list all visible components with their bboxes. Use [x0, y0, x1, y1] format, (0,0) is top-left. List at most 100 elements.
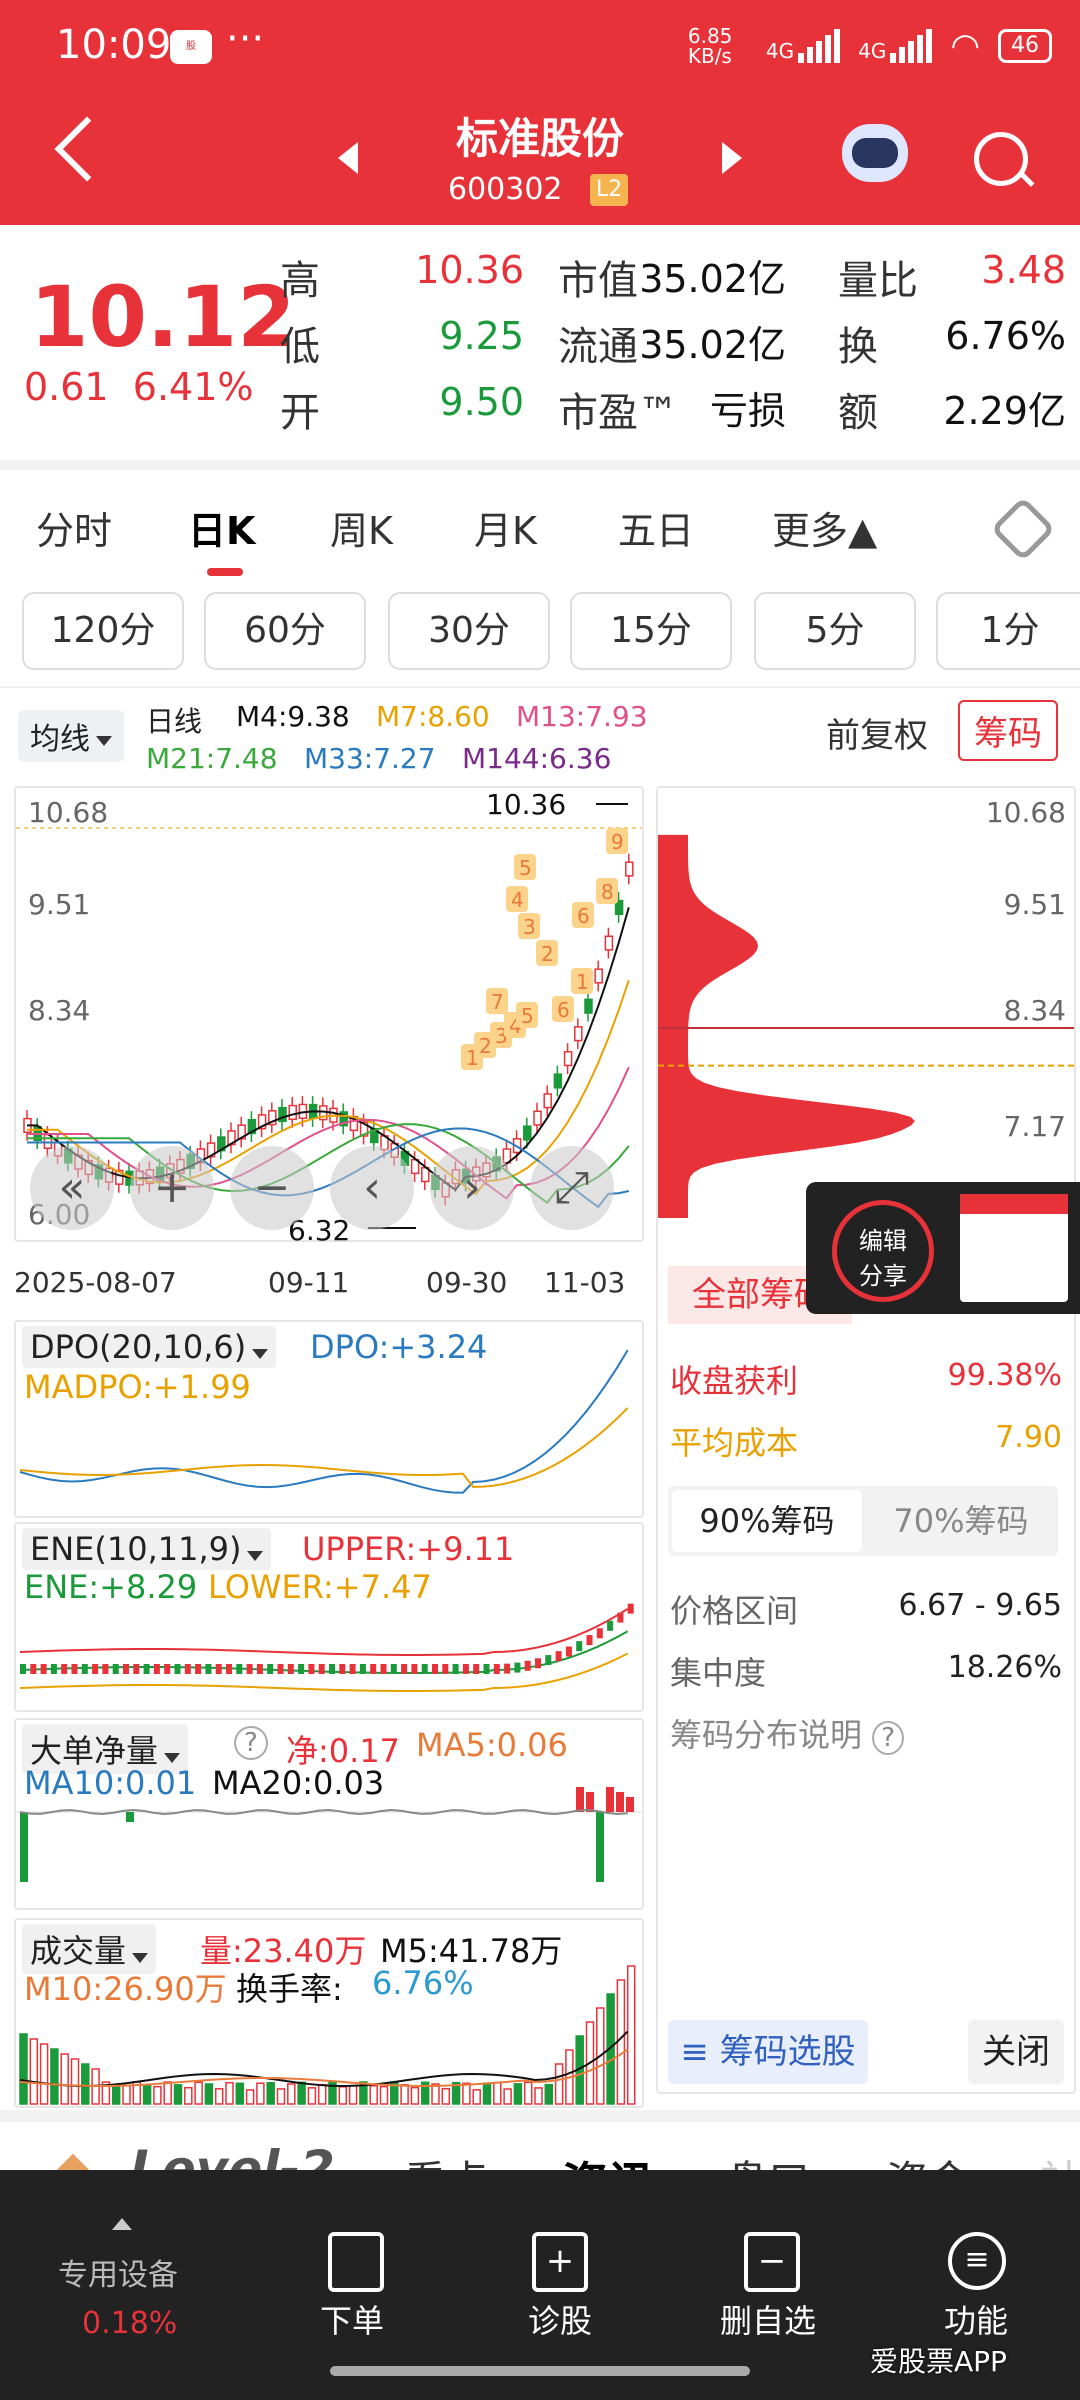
nine-turn-mark: 2: [536, 940, 558, 966]
volume-bar: [379, 2085, 389, 2105]
stock-code: 600302: [448, 172, 563, 207]
big-order-bar: [626, 1797, 634, 1812]
chip-help-link[interactable]: 筹码分布说明 ?: [670, 1710, 904, 1756]
y-label: 9.51: [28, 888, 91, 921]
industry-label[interactable]: 专用设备: [58, 2250, 178, 2294]
chip-button[interactable]: 筹码: [958, 700, 1058, 761]
upper-line: [19, 1608, 629, 1656]
volume-bar: [534, 2087, 543, 2105]
chip-y-label: 10.68: [985, 796, 1066, 829]
diagnose-icon[interactable]: +: [532, 2232, 588, 2292]
zoom-in-icon[interactable]: +: [130, 1146, 214, 1230]
ene-candle: [432, 1664, 438, 1674]
svg-text:9: 9: [611, 830, 624, 854]
legend-m7: M7:8.60: [376, 700, 490, 733]
chip-area: [658, 834, 915, 1228]
dpo-panel[interactable]: DPO(20,10,6) DPO:+3.24 MADPO:+1.99: [14, 1320, 644, 1518]
battery-icon: 46: [998, 29, 1052, 63]
tab-day-k[interactable]: 日K: [188, 500, 255, 555]
tab-week-k[interactable]: 周K: [330, 500, 393, 555]
next-stock-icon[interactable]: [722, 142, 742, 174]
ene-candle: [184, 1664, 191, 1674]
nine-turn-mark: 3: [518, 913, 540, 939]
big-order-panel[interactable]: 大单净量 ? 净:0.17 MA5:0.06 MA10:0.01 MA20:0.…: [14, 1718, 644, 1910]
volume-bar: [307, 2087, 317, 2105]
ene-candle: [349, 1664, 356, 1674]
svg-text:8: 8: [601, 880, 614, 904]
legend-m13: M13:7.93: [516, 700, 648, 733]
close-chip-button[interactable]: 关闭: [968, 2020, 1064, 2084]
diagnose-button[interactable]: 诊股: [490, 2296, 630, 2342]
kline-panel[interactable]: 123456789123456 10.68 9.51 8.34 6.00 10.…: [14, 786, 644, 1247]
order-icon[interactable]: [328, 2232, 384, 2292]
back-icon[interactable]: [54, 116, 120, 182]
zoom-minus-icon[interactable]: −: [230, 1146, 314, 1230]
candle: [553, 1073, 563, 1089]
x-label: 11-03: [544, 1266, 626, 1299]
volume-panel[interactable]: 成交量 量:23.40万 M5:41.78万 M10:26.90万 换手率: 6…: [14, 1918, 644, 2108]
pill-15min[interactable]: 15分: [570, 592, 732, 670]
ene-panel[interactable]: ENE(10,11,9) UPPER:+9.11 ENE:+8.29 LOWER…: [14, 1522, 644, 1712]
ene-candle: [246, 1664, 253, 1674]
status-time: 10:09: [56, 22, 172, 68]
nine-turn-mark: 7: [486, 988, 508, 1014]
svg-text:6: 6: [577, 904, 590, 928]
ene-candle: [401, 1664, 408, 1674]
forward-adjust-toggle[interactable]: 前复权: [826, 708, 928, 757]
robot-assistant-icon[interactable]: [842, 124, 908, 182]
remove-watchlist-icon[interactable]: −: [744, 2232, 800, 2292]
current-price: 10.12: [30, 268, 296, 366]
ene-candle: [50, 1664, 57, 1674]
zoom-out-all-icon[interactable]: «: [30, 1146, 114, 1230]
pill-1min[interactable]: 1分: [936, 592, 1080, 670]
scroll-right-icon[interactable]: ›: [430, 1146, 514, 1230]
edit-share-button[interactable]: 编辑 分享: [832, 1200, 934, 1302]
tab-month-k[interactable]: 月K: [474, 500, 537, 555]
volume-bar: [348, 2084, 358, 2105]
wifi-icon: ◠: [950, 26, 980, 66]
seg-90[interactable]: 90%筹码: [672, 1490, 862, 1552]
remove-watchlist-button[interactable]: 删自选: [698, 2296, 838, 2342]
volume-bar: [184, 2086, 193, 2105]
scroll-left-icon[interactable]: ‹: [330, 1146, 414, 1230]
tab-fenshi[interactable]: 分时: [36, 500, 112, 555]
ene-candle: [215, 1664, 222, 1674]
home-indicator: [330, 2366, 750, 2376]
x-label: 2025-08-07: [14, 1266, 177, 1299]
pill-5min[interactable]: 5分: [754, 592, 916, 670]
ene-candle: [483, 1664, 490, 1674]
volume-bar: [431, 2083, 440, 2105]
share-overlay[interactable]: 编辑 分享: [806, 1182, 1080, 1314]
pill-120min[interactable]: 120分: [22, 592, 184, 670]
ene-candle: [462, 1664, 469, 1674]
divider: [0, 460, 1080, 470]
seg-70[interactable]: 70%筹码: [868, 1490, 1054, 1552]
ene-candle: [318, 1664, 325, 1674]
pill-30min[interactable]: 30分: [388, 592, 550, 670]
search-icon[interactable]: [974, 132, 1028, 186]
ene-candle: [61, 1664, 68, 1674]
quote-row: 低 9.25 流通 35.02亿 换 6.76%: [280, 314, 1066, 370]
ene-candle: [514, 1662, 521, 1673]
tab-more[interactable]: 更多▲: [772, 500, 877, 555]
ene-candle: [195, 1664, 202, 1674]
watermark: 爱股票APP: [870, 2345, 1007, 2378]
tab-five-day[interactable]: 五日: [618, 500, 694, 555]
order-button[interactable]: 下单: [282, 2296, 422, 2342]
settings-icon[interactable]: [990, 496, 1056, 562]
ene-candle: [287, 1664, 294, 1674]
expand-up-icon[interactable]: [112, 2218, 132, 2230]
chip-y-label: 9.51: [1003, 888, 1066, 921]
svg-text:2: 2: [479, 1034, 492, 1058]
function-icon[interactable]: ≡: [948, 2232, 1006, 2290]
volume-bar: [60, 2053, 69, 2105]
screenshot-thumbnail[interactable]: [960, 1194, 1068, 1302]
pill-60min[interactable]: 60分: [204, 592, 366, 670]
function-button[interactable]: 功能: [906, 2296, 1046, 2342]
fullscreen-icon[interactable]: ⤢: [530, 1146, 614, 1230]
legend-m144: M144:6.36: [462, 742, 612, 775]
chip-stock-select-button[interactable]: ≡ 筹码选股: [668, 2020, 868, 2084]
ma-selector[interactable]: 均线: [18, 710, 124, 762]
prev-stock-icon[interactable]: [338, 142, 358, 174]
y-label: 10.68: [28, 796, 109, 829]
